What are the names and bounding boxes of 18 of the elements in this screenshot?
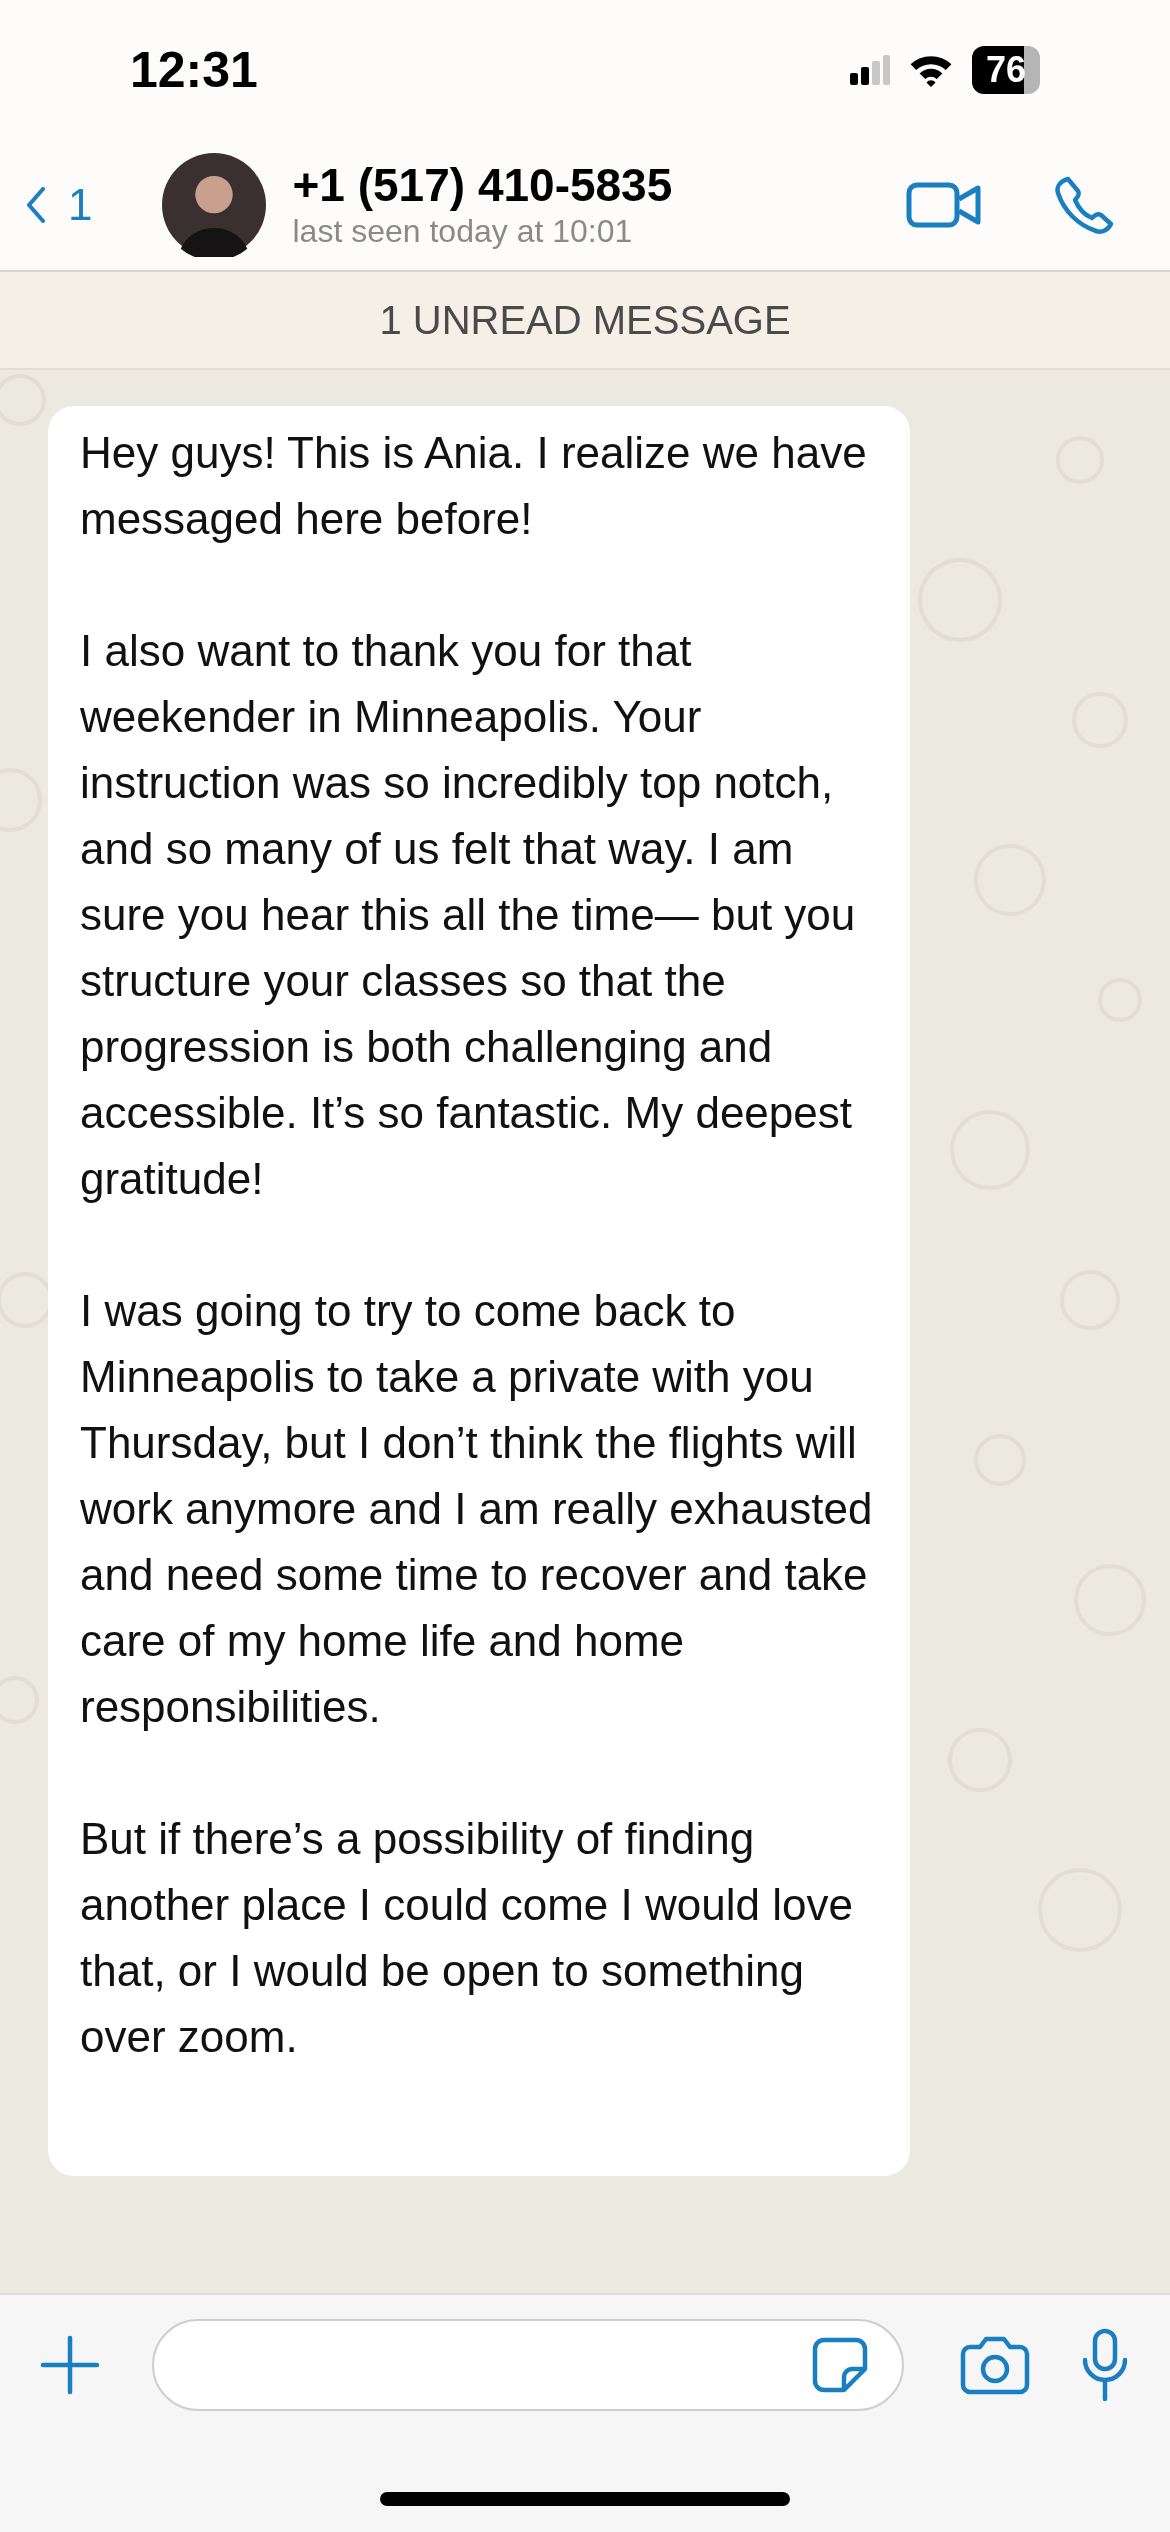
sticker-icon[interactable]	[812, 2337, 868, 2393]
message-text: But if there’s a possibility of finding another place I could come I would love that, or I would be open to something over zoom.	[80, 1813, 854, 2063]
avatar[interactable]	[162, 153, 267, 257]
video-camera-icon[interactable]	[906, 180, 982, 230]
phone-icon[interactable]	[1054, 175, 1114, 235]
contact-name[interactable]: +1 (517) 410-5835	[292, 159, 906, 211]
message-text: Hey guys! This is Ania. I realize we have messaged here before!	[80, 427, 868, 545]
microphone-icon[interactable]	[1080, 2328, 1130, 2402]
chevron-icon	[26, 187, 46, 223]
message-text: I also want to thank you for that weekender in Minneapolis. Your instruction was so incredibly top notch, and so many of us felt that way. I am sure you hear this all the time— but you structure your classes so that the progression is both challenging and accessible. It’s so fantastic. My deepest gratitude!	[80, 625, 857, 1205]
plus-icon[interactable]	[40, 2335, 100, 2395]
last-seen-text: last seen today at 10:01	[292, 212, 634, 251]
message-text: I was going to try to come back to Minneapolis to take a private with you Thursday, but I don’t think the flights will work anymore and I am really exhausted and need some time to recover and take care of my home life and home responsibilities.	[80, 1285, 874, 1733]
back-button[interactable]: 1	[26, 180, 93, 230]
camera-icon[interactable]	[960, 2335, 1030, 2395]
signal-icon	[849, 55, 890, 85]
unread-banner: 1 UNREAD MESSAGE	[0, 272, 1170, 370]
clock: 12:31	[130, 41, 258, 99]
